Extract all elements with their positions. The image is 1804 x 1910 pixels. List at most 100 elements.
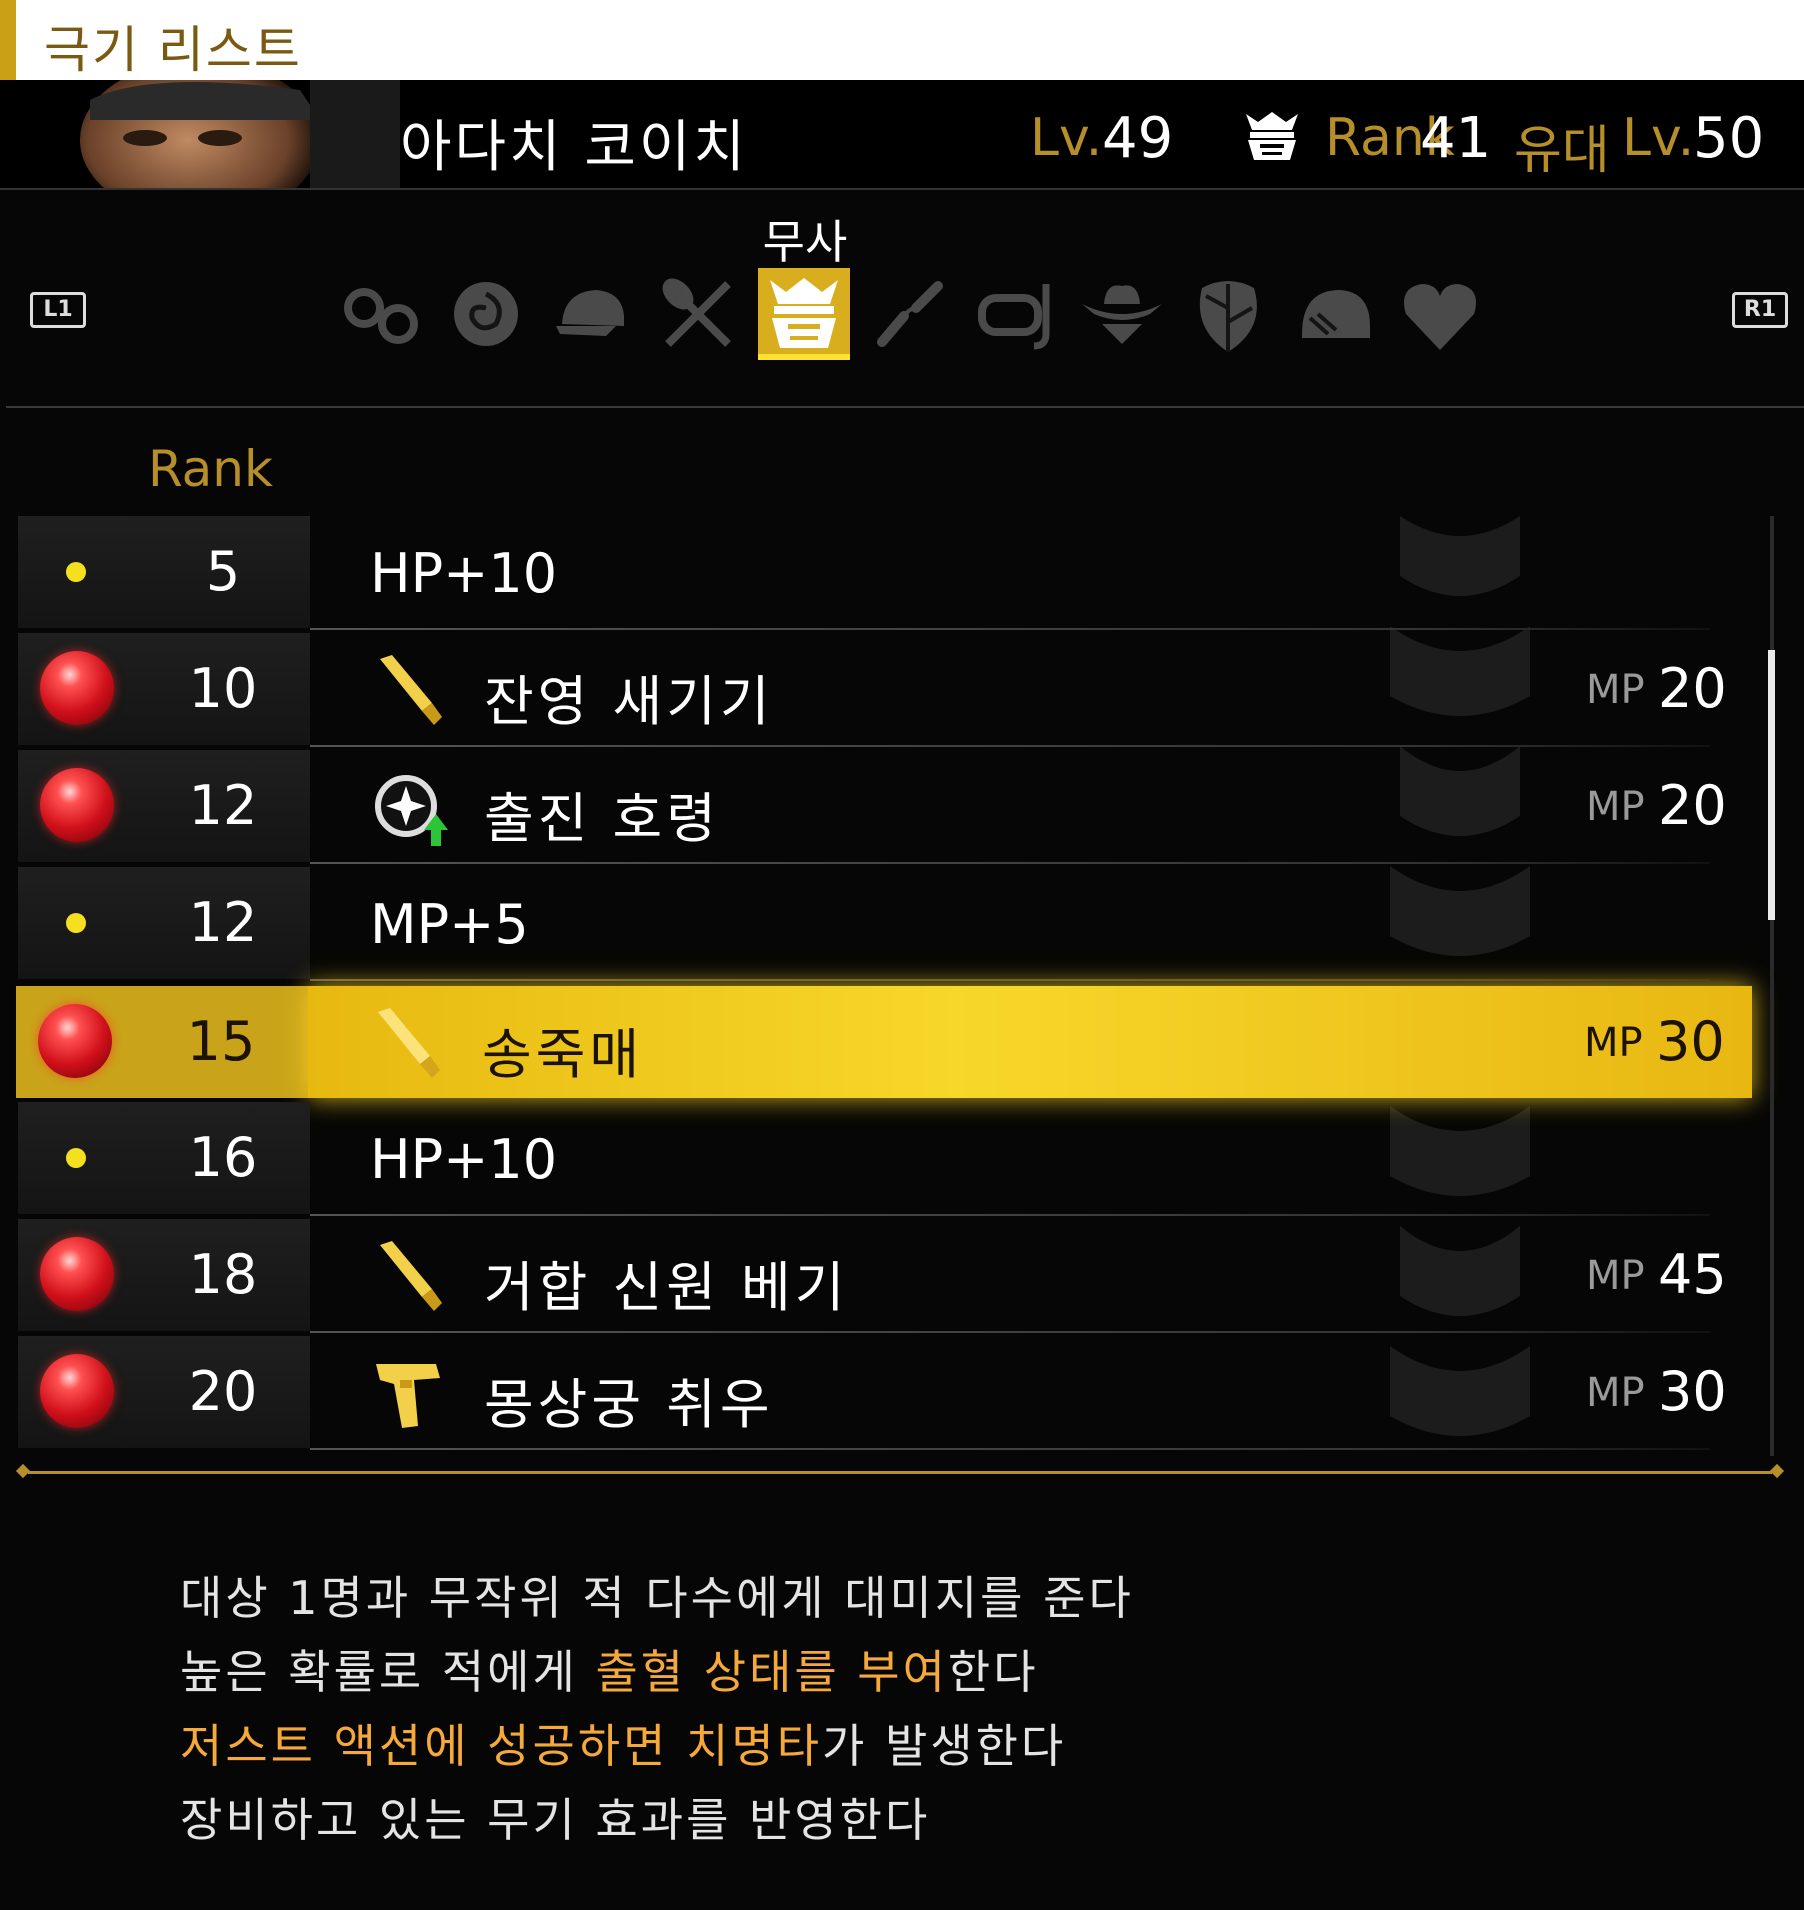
list-item[interactable]: 16 HP+10 [18,1102,1760,1216]
stat-bonus-text: HP+10 [370,1128,558,1191]
list-item[interactable]: 10 잔영 새기기 MP 20 [18,633,1760,747]
level-value: 49 [1102,106,1174,171]
description-line: 높은 확률로 적에게 출혈 상태를 부여한다 [180,1636,1134,1710]
mp-cost: 30 [1656,1010,1725,1073]
helmet-icon [1302,290,1370,338]
buff-shield-icon [375,775,448,846]
description-highlight: 출혈 상태를 부여 [595,1645,948,1699]
bond-level-label: Lv. [1622,108,1695,168]
tab-cap[interactable] [546,268,638,360]
mp-label: MP [1586,1370,1645,1416]
character-portrait [70,80,400,188]
rank-value: 41 [1420,106,1492,171]
character-header: 아다치 코이치 Lv. 49 Rank 41 유대 Lv. 50 [0,80,1804,190]
row-divider [310,979,1710,981]
list-item-selected[interactable]: 15 송죽매 MP 30 [16,986,1756,1100]
page-title: 극기 리스트 [44,21,302,79]
cowboy-icon [1082,285,1162,344]
description-text: 높은 확률로 적에게 [180,1645,596,1699]
mp-label: MP [1586,667,1645,713]
description-text: 장비하고 있는 무기 효과를 반영한다 [180,1793,931,1847]
red-orb-icon [40,1354,114,1428]
tab-handcuffs[interactable] [334,268,426,360]
skill-name: 잔영 새기기 [484,670,774,733]
list-item[interactable]: 12 MP+5 [18,867,1760,981]
list-item[interactable]: 18 거합 신원 베기 MP 45 [18,1219,1760,1333]
row-divider [310,862,1710,864]
row-divider [310,1448,1710,1450]
tab-leaf[interactable] [1182,268,1274,360]
rank-number: 20 [188,1360,258,1423]
rank-column-header: Rank [148,440,273,498]
sword-icon [380,1241,442,1311]
character-name: 아다치 코이치 [400,115,748,180]
list-item[interactable]: 12 출진 호령 MP 20 [18,750,1760,864]
list-item[interactable]: 20 몽상궁 취우 MP 30 [18,1336,1760,1450]
rank-number: 16 [188,1126,258,1189]
gun-icon [376,1364,440,1428]
scrollbar-thumb[interactable] [1768,650,1775,920]
handcuffs-icon [344,288,418,344]
description-text: 한다 [947,1645,1039,1699]
mp-cost: 45 [1658,1243,1727,1306]
red-orb-icon [38,1004,112,1078]
rank-number: 10 [188,657,258,720]
rank-number: 12 [188,774,258,837]
mp-cost: 30 [1658,1360,1727,1423]
l1-button[interactable]: L1 [30,292,86,328]
samurai-helmet-icon [770,278,838,348]
mp-label: MP [1586,784,1645,830]
tab-rose[interactable] [440,268,532,360]
mp-cost: 20 [1658,657,1727,720]
tab-nunchaku[interactable] [864,268,956,360]
list-bottom-divider [28,1471,1772,1474]
description-line: 장비하고 있는 무기 효과를 반영한다 [180,1784,1134,1858]
description-line: 저스트 액션에 성공하면 치명타가 발생한다 [180,1710,1134,1784]
stat-bullet-icon [66,913,86,933]
description-text: 대상 1명과 무작위 적 다수에게 대미지를 준다 [180,1571,1134,1625]
row-divider [310,1214,1710,1216]
leaf-icon [1199,281,1257,352]
r1-button[interactable]: R1 [1732,292,1788,328]
stat-bullet-icon [66,1148,86,1168]
heart-icon [1404,284,1476,350]
rank-number: 18 [188,1243,258,1306]
title-bar: 극기 리스트 [0,0,1804,80]
cap-icon [556,290,624,336]
snorkel-mask-icon [978,284,1050,350]
bond-level-value: 50 [1693,106,1765,171]
skill-name: 송죽매 [482,1023,644,1086]
description-line: 대상 1명과 무작위 적 다수에게 대미지를 준다 [180,1562,1134,1636]
stat-bonus-text: HP+10 [370,542,558,605]
mp-label: MP [1586,1253,1645,1299]
description-text: 가 발생한다 [822,1719,1067,1773]
bond-label: 유대 [1514,121,1610,181]
tab-heart[interactable] [1394,268,1486,360]
tab-snorkel[interactable] [970,268,1062,360]
selected-job-name: 무사 [762,215,848,269]
skill-name: 출진 호령 [484,787,720,850]
row-divider [310,745,1710,747]
tab-helmet[interactable] [1288,268,1380,360]
red-orb-icon [40,768,114,842]
mp-cost: 20 [1658,774,1727,837]
description-highlight: 저스트 액션에 성공하면 치명타 [180,1719,823,1773]
level-label: Lv. [1030,108,1103,168]
sword-icon [380,655,442,725]
tab-samurai[interactable] [758,268,850,360]
skill-name: 몽상궁 취우 [484,1373,774,1436]
cooking-utensils-icon [662,278,731,347]
rank-number: 12 [188,891,258,954]
row-divider [310,628,1710,630]
title-accent [0,0,16,80]
stat-bullet-icon [66,562,86,582]
tab-cowboy[interactable] [1076,268,1168,360]
mp-label: MP [1584,1020,1643,1066]
rank-number: 15 [186,1010,256,1073]
stat-bonus-text: MP+5 [370,893,529,956]
rank-number: 5 [205,540,241,603]
list-item[interactable]: 5 HP+10 [18,516,1760,630]
red-orb-icon [40,651,114,725]
tab-utensils[interactable] [652,268,744,360]
skill-name: 거합 신원 베기 [484,1256,849,1319]
